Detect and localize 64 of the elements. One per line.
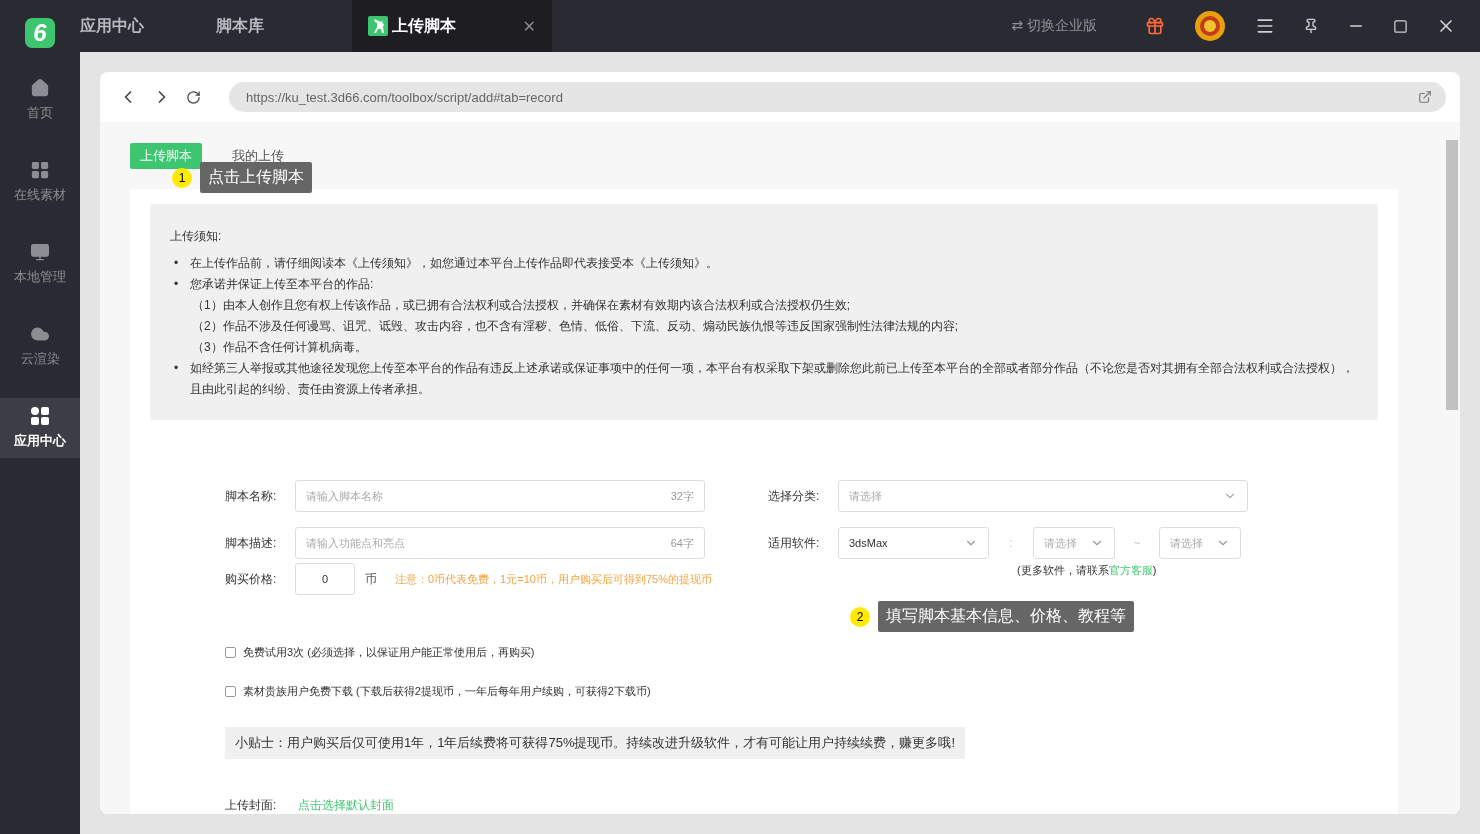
separator-text: : (1008, 536, 1014, 550)
char-counter: 32字 (670, 488, 694, 504)
maximize-icon[interactable] (1393, 18, 1408, 34)
refresh-icon[interactable] (186, 89, 201, 105)
annotation-tooltip: 点击上传脚本 (200, 162, 312, 193)
checkbox[interactable] (225, 685, 236, 697)
support-link[interactable]: 官方客服 (1108, 564, 1153, 576)
gift-icon[interactable] (1145, 16, 1165, 36)
field-label: 购买价格: (225, 570, 278, 588)
input-field[interactable]: 请输入功能点和亮点 64字 (295, 527, 705, 559)
field-label: 选择分类: (768, 487, 821, 505)
tip-banner: 小贴士：用户购买后仅可使用1年，1年后续费将可获得75%提现币。持续改进升级软件，才有可能让用户持续续费，赚更多哦! (225, 727, 966, 759)
field-label: 脚本描述: (225, 534, 278, 552)
notice-subitem: （1）由本人创作且您有权上传该作品，或已拥有合法权利或合法授权，并确保在素材有效期内该合法权利或合法授权仍生效; (191, 297, 851, 314)
close-tab-button[interactable]: ✕ (522, 16, 536, 36)
step-number: 1 (172, 167, 192, 188)
separator-text: ~ (1132, 536, 1142, 550)
field-label: 上传封面: (225, 797, 277, 814)
apps-icon (30, 406, 50, 426)
sidebar-item[interactable]: 本地管理 (0, 234, 80, 294)
choose-cover-link[interactable]: 点击选择默认封面 (298, 797, 395, 814)
switch-edition-link[interactable]: ⇄ 切换企业版 (1011, 17, 1097, 35)
software-hint: (更多软件，请联系官方客服) (1017, 563, 1158, 578)
input-field[interactable]: 请输入脚本名称 32字 (295, 480, 705, 512)
notice-title: 上传须知: (170, 228, 223, 245)
notice-text: 您承诺并保证上传至本平台的作品: (190, 277, 374, 291)
checkbox-label: 免费试用3次 (必须选择，以保证用户能正常使用后，再购买) (243, 644, 535, 660)
tab[interactable]: 应用中心 (80, 0, 216, 52)
address-bar[interactable]: https://ku_test.3d66.com/toolbox/script/add#tab=record (229, 82, 1446, 112)
price-input[interactable]: 0 (295, 563, 355, 595)
select-field[interactable]: 3dsMax (838, 527, 989, 559)
field-label: 适用软件: (768, 534, 821, 552)
home-icon (30, 78, 50, 98)
pin-icon[interactable] (1303, 18, 1319, 34)
monitor-icon (30, 242, 50, 262)
bullet: • (173, 276, 180, 293)
tab[interactable]: 脚本库 (216, 0, 352, 52)
menu-icon[interactable] (1255, 16, 1275, 36)
checkbox-label: 素材贵族用户免费下载 (下载后获得2提现币，一年后每年用户续购，可获得2下载币) (243, 683, 651, 699)
sidebar-item[interactable]: 首页 (0, 70, 80, 130)
char-counter: 64字 (670, 535, 694, 551)
bullet: • (173, 360, 180, 377)
select-field[interactable]: 请选择 (838, 480, 1248, 512)
select-field[interactable]: 请选择 (1159, 527, 1241, 559)
bullet: • (173, 255, 180, 272)
notice-subitem: （2）作品不涉及任何谩骂、诅咒、诋毁、攻击内容，也不含有淫秽、色情、低俗、下流、反动、煽动民族仇恨等违反国家强制性法律法规的内容; (191, 318, 958, 335)
sidebar-item[interactable]: 应用中心 (0, 398, 80, 458)
notice-subitem: （3）作品不含任何计算机病毒。 (191, 339, 368, 356)
annotation-tooltip: 填写脚本基本信息、价格、教程等 (878, 601, 1134, 632)
external-link-icon[interactable] (1418, 90, 1432, 104)
sidebar-item[interactable]: 云渲染 (0, 316, 80, 376)
select-field[interactable]: 请选择 (1033, 527, 1115, 559)
app-logo: 6 (25, 18, 55, 48)
avatar[interactable] (1195, 11, 1225, 41)
price-note: 注意：0币代表免费，1元=10币，用户购买后可得到75%的提现币 (395, 571, 712, 587)
currency-label: 币 (365, 570, 377, 588)
checkbox[interactable] (225, 646, 236, 658)
field-label: 脚本名称: (225, 487, 278, 505)
notice-text: 在上传作品前，请仔细阅读本《上传须知》，如您通过本平台上传作品即代表接受本《上传须知》。 (190, 256, 718, 270)
grid-icon (30, 160, 50, 180)
deer-icon (368, 16, 388, 36)
tab[interactable]: 上传脚本 ✕ (352, 0, 552, 52)
notice-text: 如经第三人举报或其他途径发现您上传至本平台的作品有违反上述承诺或保证事项中的任何一项，本平台有权采取下架或删除您此前已上传至本平台的全部或者部分作品（不论您是否对其拥有全部合法权利或合法授权），且由此引起的纠纷、责任由资源上传者承担。 (190, 361, 1354, 396)
sidebar-item[interactable]: 在线素材 (0, 152, 80, 212)
